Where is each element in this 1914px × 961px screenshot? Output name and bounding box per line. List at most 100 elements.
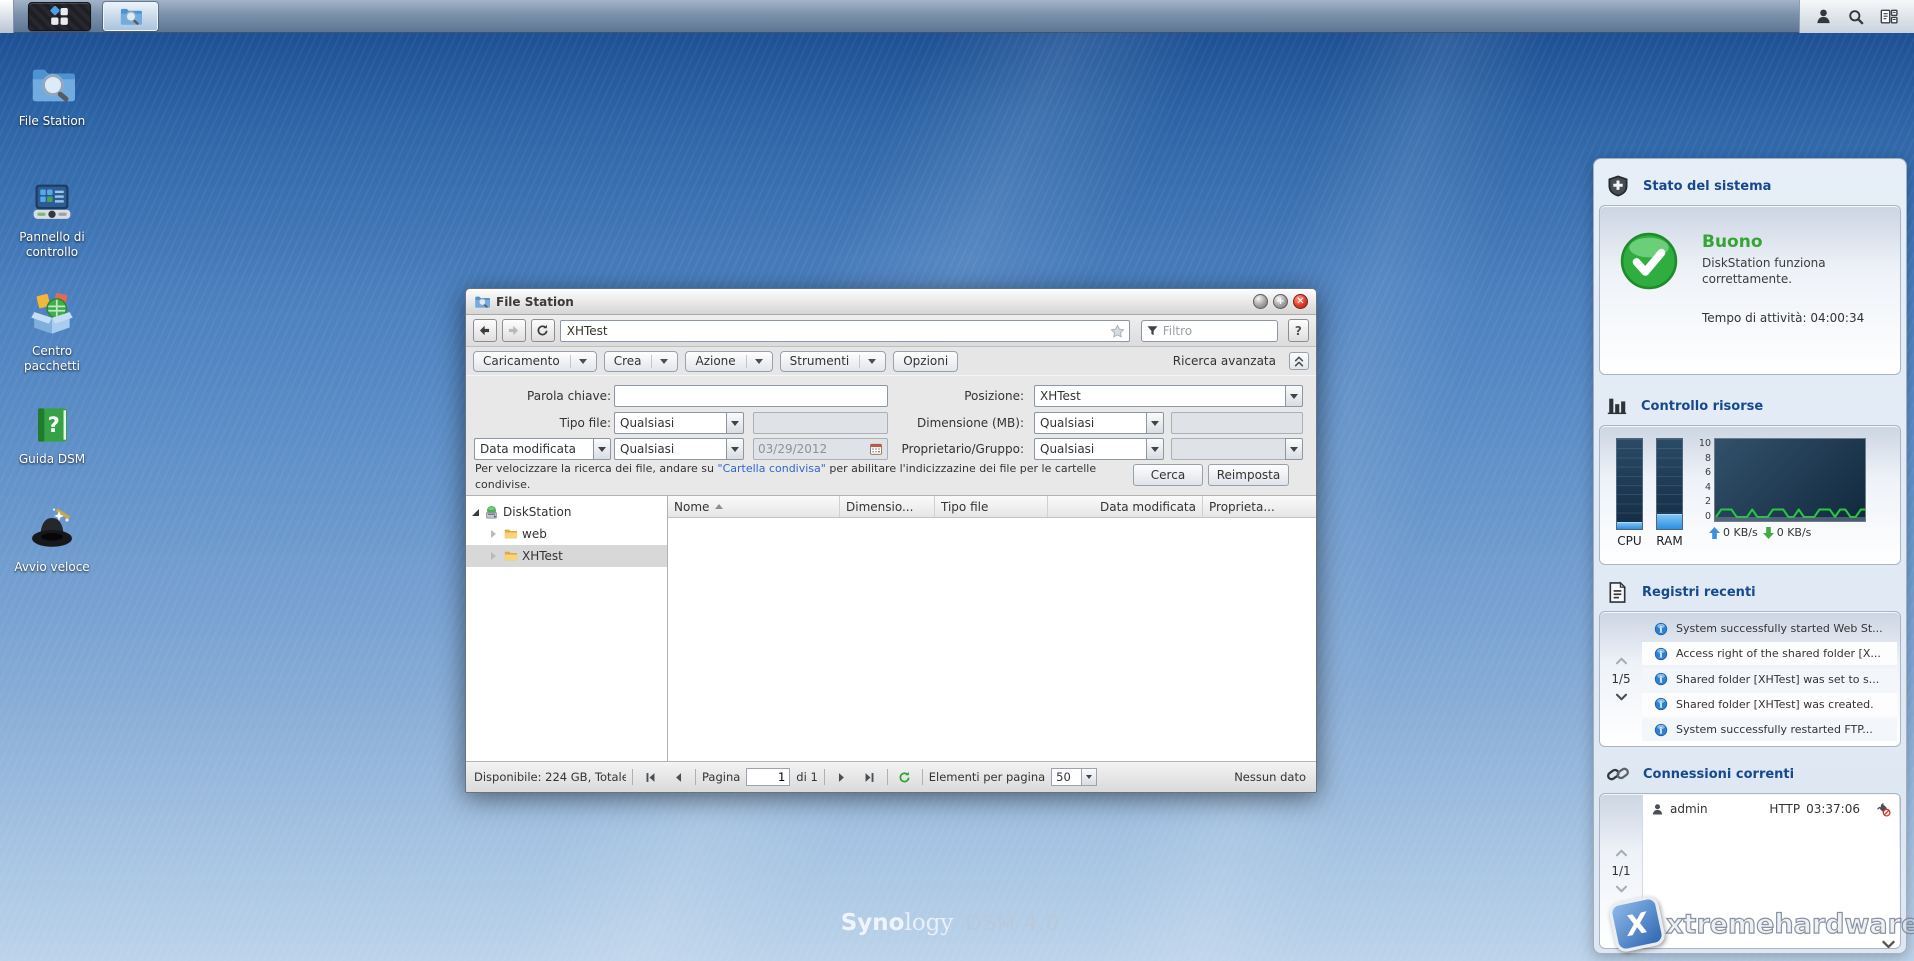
chevron-down-icon[interactable] [1146,412,1164,434]
column-label: Proprieta... [1209,500,1275,514]
chevron-down-icon[interactable] [593,438,611,460]
y-tick: 0 [1695,512,1711,522]
network-graph-block: 10 8 6 4 2 0 0 KB/s [1695,438,1866,564]
filetype-select[interactable]: Qualsiasi [614,412,744,434]
log-row[interactable]: System successfully restarted FTP... [1642,718,1897,741]
chevron-down-icon[interactable] [1285,385,1303,407]
folder-icon [503,549,518,563]
size-select[interactable]: Qualsiasi [1034,412,1164,434]
filter-input[interactable] [1163,324,1273,338]
date-field-select[interactable]: Data modificata [474,438,611,460]
y-tick: 4 [1695,483,1711,493]
action-menu-button[interactable]: Azione [685,351,772,372]
refresh-list-button[interactable] [894,767,916,787]
reset-button[interactable]: Reimposta [1208,464,1289,486]
connection-row[interactable]: admin HTTP 03:37:06 [1643,795,1899,821]
chevron-down-icon[interactable] [1081,768,1097,786]
first-page-button[interactable] [639,767,661,787]
filter-box[interactable] [1141,320,1278,342]
tools-menu-button[interactable]: Strumenti [780,351,887,372]
last-page-button[interactable] [859,767,881,787]
info-icon [1654,672,1668,686]
disconnect-icon[interactable] [1876,802,1891,817]
log-row[interactable]: System successfully started Web St... [1642,617,1897,640]
column-label: Nome [674,500,709,514]
tree-node-xhtest[interactable]: XHTest [466,545,667,567]
current-connections-header[interactable]: Connessioni correnti [1598,759,1902,789]
chevron-up-icon[interactable] [1615,657,1628,665]
chevron-down-icon[interactable] [1615,885,1628,893]
forward-button[interactable] [502,319,526,342]
desktop-icon-quick-start[interactable]: Avvio veloce [6,506,98,575]
expanded-triangle-icon[interactable] [472,509,479,516]
upload-menu-button[interactable]: Caricamento [473,351,597,372]
path-field[interactable]: XHTest [560,320,1130,342]
chevron-down-icon[interactable] [1615,693,1628,701]
keyword-input[interactable] [614,385,888,407]
logs-pager: 1/5 [1600,612,1642,746]
system-status-header[interactable]: Stato del sistema [1598,171,1902,201]
minimize-button[interactable] [1253,294,1268,309]
main-menu-button[interactable] [28,2,91,31]
shared-folder-link[interactable]: "Cartella condivisa" [718,462,826,475]
next-page-button[interactable] [831,767,853,787]
y-tick: 8 [1695,454,1711,464]
chevron-down-icon[interactable] [726,438,744,460]
capacity-text: Disponibile: 224 GB, Totale: 224 GB [474,770,626,784]
log-row[interactable]: Shared folder [XHTest] was created. [1642,693,1897,716]
log-row[interactable]: Shared folder [XHTest] was set to s... [1642,668,1897,691]
desktop-icon-control-panel[interactable]: Pannello di controllo [6,180,98,260]
window-titlebar[interactable]: File Station + ✕ [466,289,1316,315]
column-header-filetype[interactable]: Tipo file [935,496,1048,517]
size-label: Dimensione (MB): [904,412,1024,434]
search-icon[interactable] [1848,9,1864,25]
navigation-row: XHTest ? [466,315,1316,347]
owner-select[interactable]: Qualsiasi [1034,438,1164,460]
column-header-modified[interactable]: Data modificata [1048,496,1203,517]
desktop-icon-package-center[interactable]: Centro pacchetti [6,292,98,374]
close-button[interactable]: ✕ [1293,294,1308,309]
log-row[interactable]: Access right of the shared folder [X... [1642,642,1897,665]
divider [887,769,888,785]
refresh-button[interactable] [531,319,555,342]
chevron-down-icon[interactable] [726,412,744,434]
page-number-input[interactable] [746,768,790,786]
ram-gauge-fill [1657,514,1682,529]
options-button[interactable]: Opzioni [893,351,958,372]
ram-label: RAM [1656,534,1683,548]
page-size-select[interactable]: 50 [1051,768,1097,786]
chevron-down-icon[interactable] [1146,438,1164,460]
tree-node-diskstation[interactable]: DiskStation [466,501,667,523]
collapse-advanced-search-button[interactable] [1289,352,1309,370]
desktop-icon-file-station[interactable]: File Station [6,62,98,129]
date-qualifier-select[interactable]: Qualsiasi [614,438,744,460]
help-button[interactable]: ? [1288,319,1309,342]
chevron-up-icon[interactable] [1615,849,1628,857]
search-button[interactable]: Cerca [1133,464,1203,486]
tree-node-web[interactable]: web [466,523,667,545]
widgets-icon[interactable] [1879,7,1899,27]
user-icon[interactable] [1815,8,1832,25]
control-panel-icon [6,180,98,224]
resource-monitor-header[interactable]: Controllo risorse [1598,391,1902,421]
desktop-icon-dsm-help[interactable]: Guida DSM [6,404,98,467]
package-center-icon [6,292,98,338]
create-menu-button[interactable]: Crea [604,351,679,372]
back-button[interactable] [473,319,497,342]
maximize-button[interactable]: + [1273,294,1288,309]
previous-page-button[interactable] [667,767,689,787]
column-header-name[interactable]: Nome [668,496,840,517]
select-value: Data modificata [474,438,593,460]
recent-logs-card: 1/5 System successfully started Web St..… [1599,611,1901,747]
user-icon [1651,803,1664,816]
bookmark-star-icon[interactable] [1110,324,1125,339]
desktop-icon-label: Pannello di controllo [6,230,98,260]
file-list-body[interactable] [668,518,1316,761]
taskbar-task-file-station[interactable] [103,2,158,31]
collapsed-triangle-icon[interactable] [491,552,496,560]
location-select[interactable]: XHTest [1034,385,1303,407]
column-header-size[interactable]: Dimensio... [840,496,935,517]
collapsed-triangle-icon[interactable] [491,530,496,538]
column-header-owner[interactable]: Proprieta... [1203,496,1316,517]
recent-logs-header[interactable]: Registri recenti [1598,577,1902,607]
